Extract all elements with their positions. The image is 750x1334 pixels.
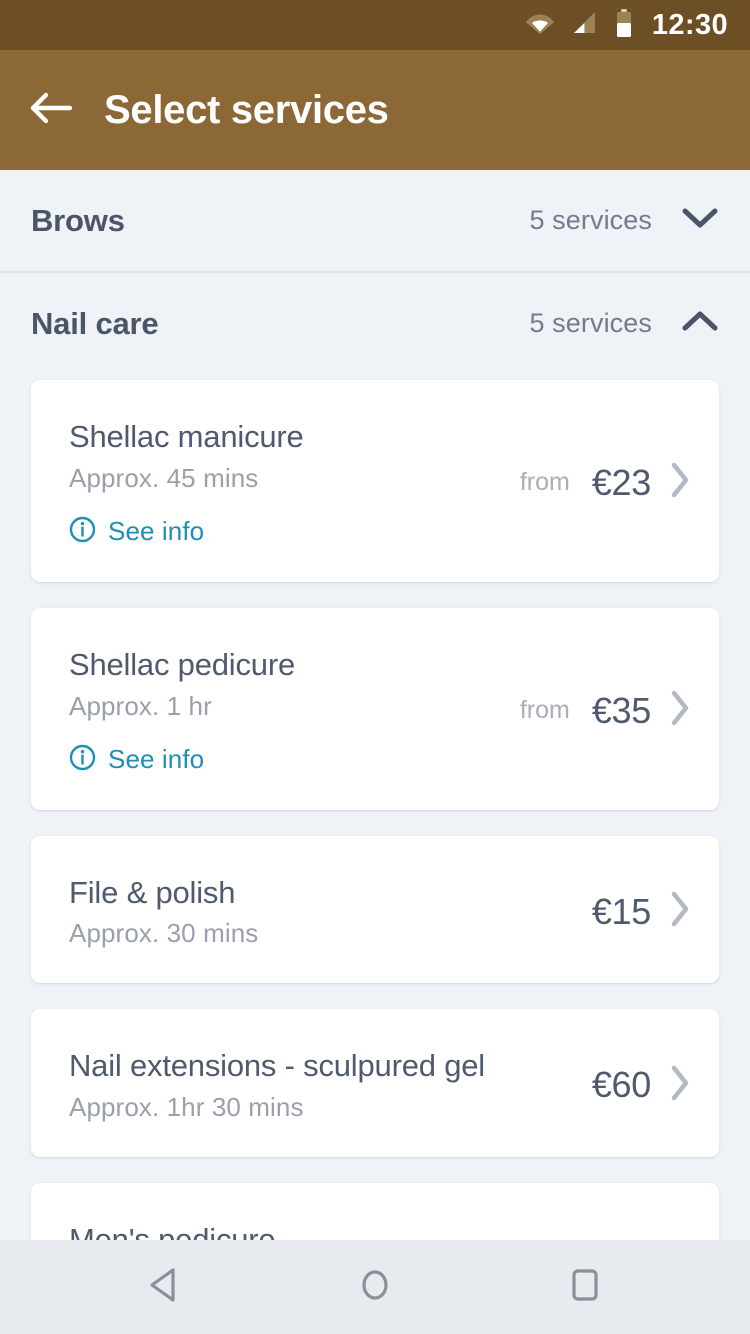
- service-card[interactable]: Shellac manicure Approx. 45 mins See inf…: [31, 380, 719, 582]
- home-circle-icon: [356, 1265, 394, 1310]
- category-header-brows[interactable]: Brows 5 services: [0, 170, 750, 271]
- service-duration: Approx. 30 mins: [69, 918, 259, 949]
- status-bar: 12:30: [0, 0, 750, 50]
- service-card[interactable]: Nail extensions - sculpured gel Approx. …: [31, 1009, 719, 1158]
- chevron-right-icon[interactable]: [669, 689, 691, 732]
- service-duration: Approx. 45 mins: [69, 462, 259, 493]
- category-name: Brows: [31, 202, 125, 238]
- chevron-right-icon[interactable]: [669, 461, 691, 504]
- chevron-right-icon[interactable]: [669, 890, 691, 933]
- service-name: Shellac pedicure: [69, 646, 296, 682]
- service-price: €23: [591, 461, 651, 503]
- service-name: File & polish: [69, 874, 236, 910]
- see-info-label: See info: [108, 744, 205, 775]
- service-card-details: File & polish Approx. 30 mins: [69, 874, 584, 950]
- info-icon: [69, 744, 96, 776]
- app-bar: Select services: [0, 50, 750, 170]
- wifi-icon: [525, 11, 555, 40]
- phone-screen: 12:30 Select services Brows 5 services N…: [0, 0, 750, 1334]
- service-card-details: Men's pedicure Approx. 50 mins: [69, 1221, 584, 1240]
- back-button[interactable]: [0, 50, 104, 170]
- service-card-list: Shellac manicure Approx. 45 mins See inf…: [0, 374, 750, 1240]
- chevron-up-icon[interactable]: [680, 309, 720, 338]
- service-card-details: Nail extensions - sculpured gel Approx. …: [69, 1047, 584, 1123]
- service-price-area: from €35: [512, 689, 691, 732]
- service-card[interactable]: Shellac pedicure Approx. 1 hr See info f…: [31, 607, 719, 810]
- category-service-count: 5 services: [529, 205, 652, 235]
- cell-signal-icon: [572, 11, 598, 40]
- service-price: €35: [591, 689, 651, 731]
- service-price-area: from €23: [512, 461, 691, 504]
- price-prefix: from: [519, 468, 570, 497]
- service-price-area: €15: [584, 890, 691, 933]
- service-card[interactable]: File & polish Approx. 30 mins €15: [31, 835, 719, 984]
- back-triangle-icon: [146, 1265, 184, 1310]
- service-name: Nail extensions - sculpured gel: [69, 1048, 485, 1084]
- status-bar-clock: 12:30: [651, 8, 728, 41]
- price-prefix: from: [519, 696, 570, 725]
- services-scroll-area[interactable]: Brows 5 services Nail care 5 services Sh…: [0, 170, 750, 1240]
- nav-home-button[interactable]: [325, 1240, 425, 1334]
- recents-square-icon: [566, 1265, 604, 1310]
- chevron-down-icon[interactable]: [680, 206, 720, 235]
- service-card-details: Shellac manicure Approx. 45 mins See inf…: [69, 418, 512, 548]
- chevron-right-icon[interactable]: [669, 1064, 691, 1107]
- category-meta: 5 services: [529, 308, 720, 339]
- android-nav-bar: [0, 1240, 750, 1334]
- arrow-left-icon: [30, 91, 74, 130]
- service-name: Shellac manicure: [69, 419, 304, 454]
- category-service-count: 5 services: [529, 308, 652, 338]
- nav-back-button[interactable]: [115, 1240, 215, 1334]
- status-bar-icons: [525, 8, 633, 42]
- service-price: €15: [591, 890, 651, 932]
- category-meta: 5 services: [529, 205, 720, 236]
- service-price: €60: [591, 1064, 651, 1106]
- page-title: Select services: [104, 87, 389, 132]
- category-header-nail-care[interactable]: Nail care 5 services: [0, 273, 750, 374]
- service-duration: Approx. 1hr 30 mins: [69, 1092, 304, 1123]
- info-icon: [69, 516, 96, 548]
- category-name: Nail care: [31, 305, 159, 341]
- see-info-link[interactable]: See info: [69, 744, 204, 776]
- service-duration: Approx. 1 hr: [69, 690, 212, 721]
- battery-icon: [615, 8, 633, 42]
- service-card[interactable]: Men's pedicure Approx. 50 mins €50: [31, 1183, 719, 1240]
- see-info-label: See info: [108, 516, 205, 547]
- see-info-link[interactable]: See info: [69, 516, 204, 548]
- service-name: Men's pedicure: [69, 1222, 276, 1240]
- nav-recents-button[interactable]: [535, 1240, 635, 1334]
- service-price-area: €60: [584, 1064, 691, 1107]
- service-card-details: Shellac pedicure Approx. 1 hr See info: [69, 646, 512, 776]
